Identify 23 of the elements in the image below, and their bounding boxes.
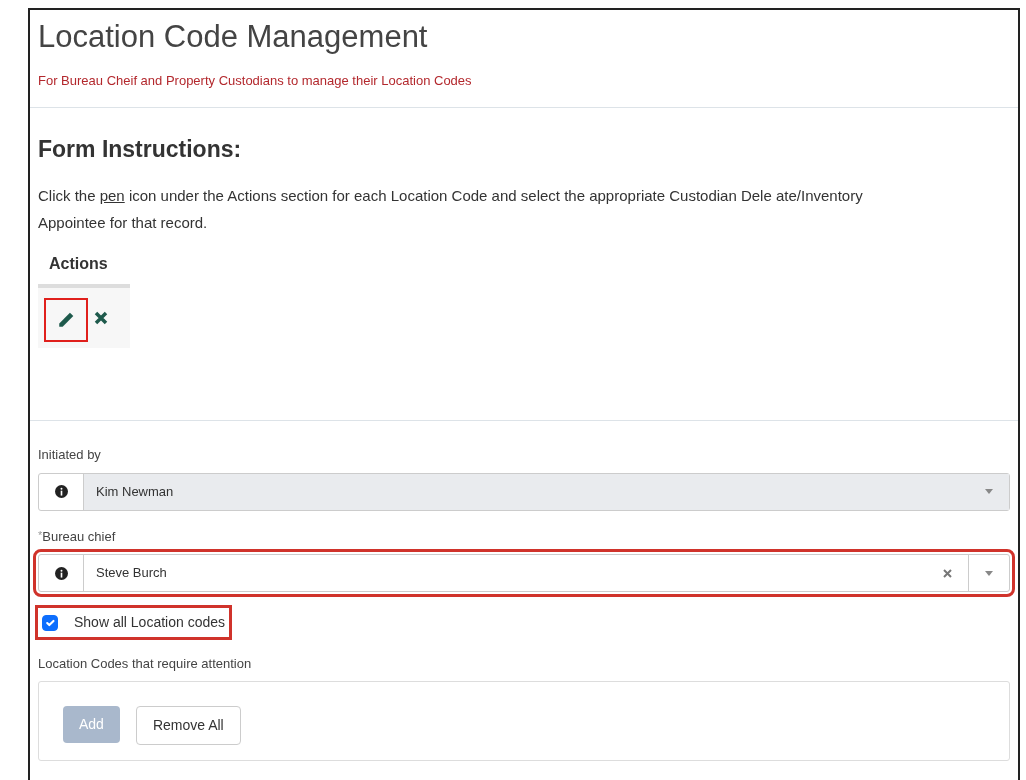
info-icon — [54, 485, 68, 499]
section-heading: Form Instructions: — [38, 134, 243, 164]
info-icon — [54, 566, 68, 580]
delete-button[interactable] — [94, 311, 108, 326]
column-header: Actions — [38, 244, 130, 289]
page-subtitle: For Bureau Cheif and Property Custodians to manage their Location Codes — [38, 72, 473, 91]
select-value: Kim Newman — [96, 482, 174, 501]
checkbox-label: Show all Location codes — [74, 613, 225, 633]
field-label: Location Codes that require attention — [38, 654, 253, 673]
remove-all-button[interactable]: Remove All — [135, 706, 241, 746]
close-icon — [94, 311, 108, 326]
select-value: Steve Burch — [96, 564, 167, 583]
instructions-text: Click the pen icon under the Actions section for each Location Code and select the appropriate Custodian Dele ate/Inventory Appointee for that record. — [38, 186, 864, 234]
pen-link[interactable]: pen — [99, 187, 125, 205]
checkbox[interactable] — [42, 614, 58, 631]
field-label: Bureau chief — [42, 528, 116, 544]
required-mark: * — [38, 528, 43, 541]
clear-icon[interactable] — [943, 568, 952, 578]
caret-icon[interactable] — [985, 570, 993, 576]
page-title: Location Code Management — [38, 18, 429, 56]
field-label: Initiated by — [38, 447, 101, 463]
edit-button[interactable] — [46, 300, 86, 341]
pencil-icon — [57, 311, 75, 330]
